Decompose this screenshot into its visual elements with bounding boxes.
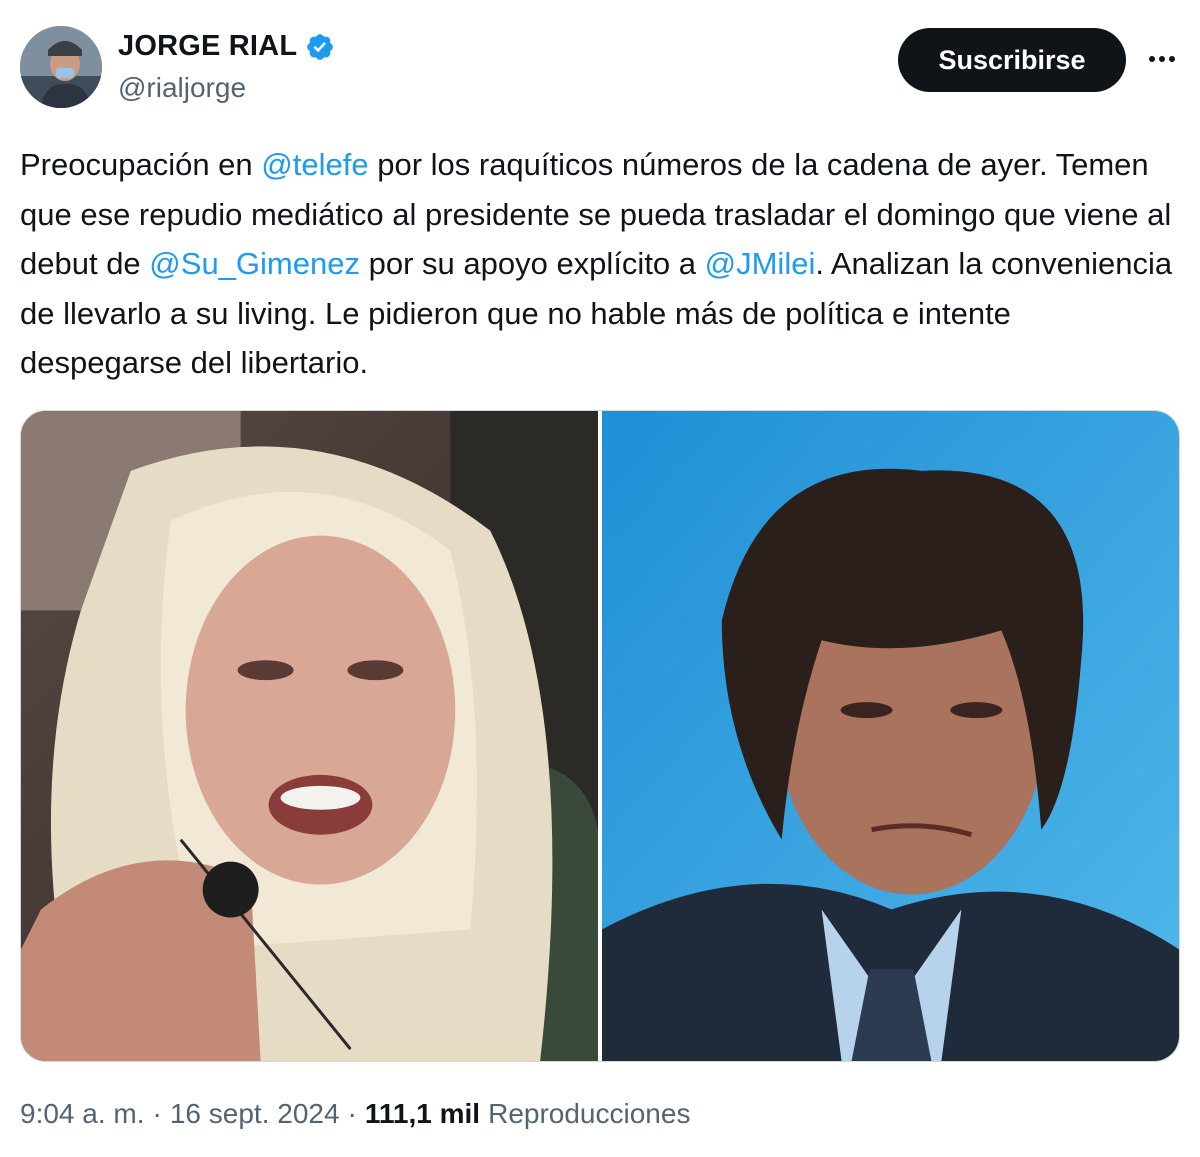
tweet-text-segment: Preocupación en (20, 147, 262, 182)
media-grid[interactable] (20, 410, 1180, 1062)
author-name-row[interactable]: JORGE RIAL (118, 30, 335, 63)
mention-link[interactable]: @Su_Gimenez (149, 246, 360, 281)
author-handle[interactable]: @rialjorge (118, 72, 246, 104)
subscribe-button[interactable]: Suscribirse (898, 28, 1126, 92)
author-avatar[interactable] (20, 26, 102, 108)
verified-badge-icon[interactable] (305, 32, 335, 62)
views-count: 111,1 mil (364, 1098, 481, 1129)
meta-separator: · (152, 1098, 162, 1129)
tweet-text-segment: por su apoyo explícito a (359, 246, 705, 281)
tweet-card: JORGE RIAL @rialjorge Suscribirse Preocu… (0, 0, 1200, 1157)
tweet-time[interactable]: 9:04 a. m. (20, 1098, 145, 1130)
mention-link[interactable]: @JMilei (705, 246, 816, 281)
tweet-text: Preocupación en @telefe por los raquític… (20, 140, 1180, 388)
views-label: Reproducciones (488, 1098, 691, 1129)
author-display-name[interactable]: JORGE RIAL (118, 30, 297, 63)
tweet-meta: 9:04 a. m. · 16 sept. 2024 · 111,1 mil R… (20, 1098, 690, 1130)
mention-link[interactable]: @telefe (261, 147, 368, 182)
media-photo-left[interactable] (21, 411, 598, 1061)
tweet-date[interactable]: 16 sept. 2024 (170, 1098, 340, 1130)
media-photo-right[interactable] (602, 411, 1179, 1061)
more-horizontal-icon[interactable] (1142, 44, 1182, 74)
meta-separator: · (347, 1098, 357, 1129)
